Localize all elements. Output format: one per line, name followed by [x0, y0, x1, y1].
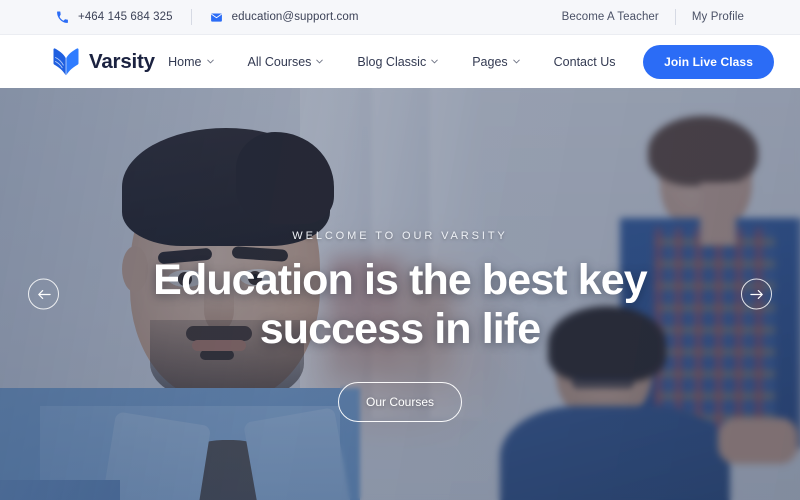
hero-content: WELCOME TO OUR VARSITY Education is the … [0, 88, 800, 500]
nav-item-all-courses[interactable]: All Courses [231, 55, 341, 69]
top-bar-phone[interactable]: +464 145 684 325 [30, 11, 191, 24]
phone-icon [57, 11, 68, 23]
nav-item-contact-us[interactable]: Contact Us [537, 55, 633, 69]
chevron-down-icon [316, 59, 324, 64]
brand-logo[interactable]: Varsity [52, 46, 155, 77]
hero-headline: Education is the best key success in lif… [153, 256, 648, 354]
become-a-teacher-link[interactable]: Become A Teacher [546, 11, 675, 23]
nav-item-pages[interactable]: Pages [455, 55, 536, 69]
nav-item-home[interactable]: Home [151, 55, 230, 69]
arrow-right-icon [749, 289, 763, 299]
our-courses-button[interactable]: Our Courses [337, 382, 463, 423]
chevron-down-icon [512, 59, 520, 64]
envelope-icon [210, 12, 222, 22]
nav-label-all-courses: All Courses [247, 54, 312, 69]
nav-item-blog-classic[interactable]: Blog Classic [340, 55, 455, 69]
carousel-next-button[interactable] [741, 278, 772, 310]
top-bar: +464 145 684 325 education@support.com B… [0, 0, 800, 35]
top-bar-email[interactable]: education@support.com [192, 11, 377, 24]
nav-label-blog-classic: Blog Classic [357, 54, 427, 69]
arrow-left-icon [37, 289, 51, 299]
top-bar-phone-text: +464 145 684 325 [78, 11, 173, 23]
nav-label-home: Home [168, 54, 202, 69]
top-bar-email-text: education@support.com [231, 11, 359, 23]
nav-label-contact-us: Contact Us [553, 54, 616, 69]
top-bar-contact-group: +464 145 684 325 education@support.com [30, 9, 377, 25]
nav-label-pages: Pages [472, 54, 508, 69]
carousel-prev-button[interactable] [28, 278, 59, 310]
hero-slider: WELCOME TO OUR VARSITY Education is the … [0, 88, 800, 500]
my-profile-link[interactable]: My Profile [676, 11, 770, 23]
chevron-down-icon [206, 59, 214, 64]
leaf-book-logo-icon [53, 48, 79, 76]
hero-eyebrow: WELCOME TO OUR VARSITY [292, 230, 508, 242]
site-header: Varsity Home All Courses Blog Classic Pa… [0, 35, 800, 88]
join-live-class-button[interactable]: Join Live Class [643, 44, 774, 79]
main-nav: Home All Courses Blog Classic Pages Cont… [151, 55, 632, 69]
brand-name: Varsity [89, 49, 155, 73]
top-bar-links: Become A Teacher My Profile [546, 9, 770, 25]
chevron-down-icon [431, 59, 438, 64]
